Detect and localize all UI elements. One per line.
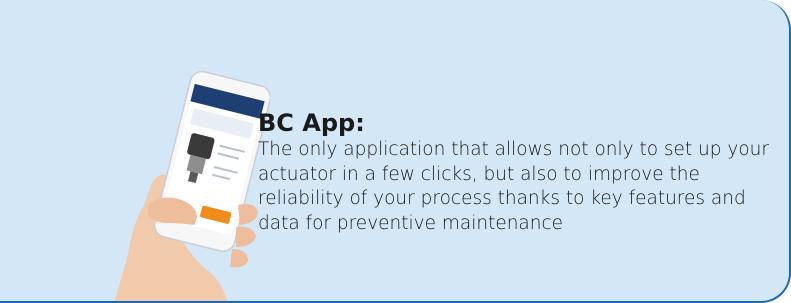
card-title: BC App: (258, 109, 365, 137)
phone-in-hand-icon (114, 70, 270, 301)
card-description: The only application that allows not onl… (258, 139, 770, 234)
info-card: BC App: The only application that allows… (0, 0, 791, 303)
